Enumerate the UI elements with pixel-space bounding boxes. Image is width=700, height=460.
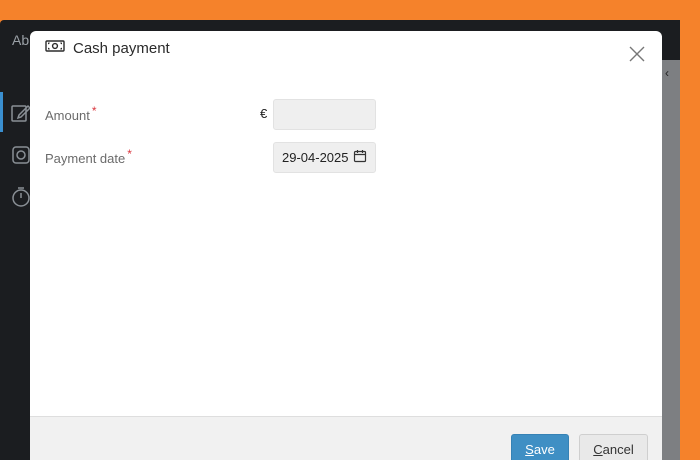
cash-payment-dialog: Cash payment Amount * € Payment date * 2… [30, 31, 662, 460]
receipt-icon[interactable] [10, 144, 32, 166]
payment-date-label: Payment date [45, 151, 126, 166]
required-marker: * [91, 103, 97, 118]
cancel-button[interactable]: Cancel [579, 434, 648, 460]
required-marker: * [127, 146, 132, 161]
dialog-footer: Save Cancel [30, 416, 662, 460]
sidebar-active-indicator [0, 92, 3, 132]
amount-label: Amount [45, 108, 90, 123]
background-right-panel [662, 60, 680, 460]
chevron-left-icon: ‹ [665, 66, 669, 80]
currency-symbol: € [260, 106, 268, 121]
payment-date-row: Payment date * [45, 147, 132, 167]
close-icon[interactable] [628, 45, 646, 63]
payment-date-field[interactable]: 29-04-2025 [273, 142, 376, 173]
save-button[interactable]: Save [511, 434, 569, 460]
cash-icon [45, 39, 65, 57]
amount-input[interactable] [273, 99, 376, 130]
payment-date-value: 29-04-2025 [282, 150, 349, 165]
dialog-header: Cash payment [45, 39, 170, 57]
calendar-icon[interactable] [353, 149, 367, 166]
dialog-title: Cash payment [73, 39, 170, 57]
edit-icon[interactable] [10, 102, 32, 124]
amount-row: Amount * [45, 104, 96, 124]
app-title-fragment: Ab [12, 32, 30, 48]
timer-icon[interactable] [10, 186, 32, 208]
